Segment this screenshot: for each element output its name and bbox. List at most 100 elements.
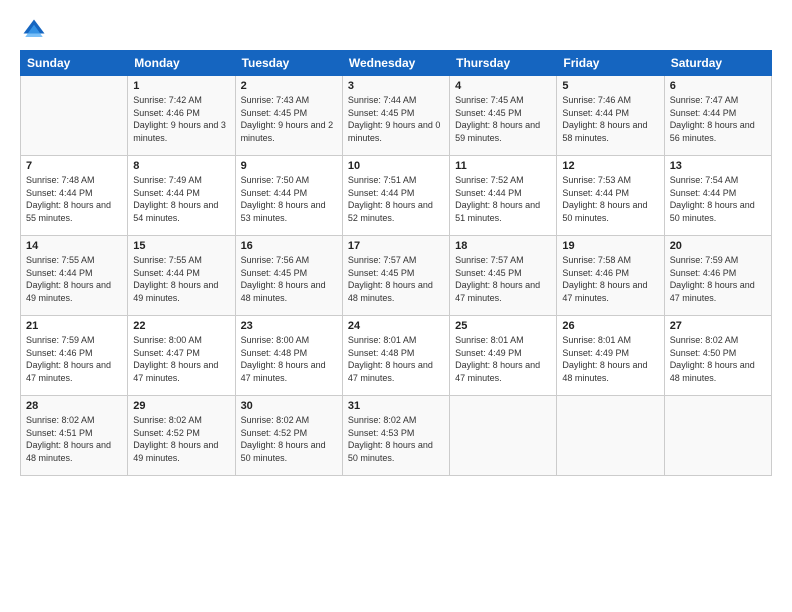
- day-info: Sunrise: 7:50 AMSunset: 4:44 PMDaylight:…: [241, 174, 337, 224]
- week-row-4: 28 Sunrise: 8:02 AMSunset: 4:51 PMDayligh…: [21, 396, 772, 476]
- calendar-cell: 2 Sunrise: 7:43 AMSunset: 4:45 PMDaylight…: [235, 76, 342, 156]
- calendar-cell: [450, 396, 557, 476]
- day-number: 15: [133, 240, 229, 252]
- weekday-header-saturday: Saturday: [664, 51, 771, 76]
- day-info: Sunrise: 8:00 AMSunset: 4:47 PMDaylight:…: [133, 334, 229, 384]
- day-info: Sunrise: 7:44 AMSunset: 4:45 PMDaylight:…: [348, 94, 444, 144]
- calendar-cell: 9 Sunrise: 7:50 AMSunset: 4:44 PMDaylight…: [235, 156, 342, 236]
- week-row-3: 21 Sunrise: 7:59 AMSunset: 4:46 PMDayligh…: [21, 316, 772, 396]
- day-number: 26: [562, 320, 658, 332]
- calendar-table: SundayMondayTuesdayWednesdayThursdayFrid…: [20, 50, 772, 476]
- calendar-cell: 6 Sunrise: 7:47 AMSunset: 4:44 PMDaylight…: [664, 76, 771, 156]
- weekday-row: SundayMondayTuesdayWednesdayThursdayFrid…: [21, 51, 772, 76]
- day-number: 18: [455, 240, 551, 252]
- page-container: SundayMondayTuesdayWednesdayThursdayFrid…: [0, 0, 792, 612]
- day-number: 2: [241, 80, 337, 92]
- day-info: Sunrise: 8:02 AMSunset: 4:53 PMDaylight:…: [348, 414, 444, 464]
- calendar-cell: 23 Sunrise: 8:00 AMSunset: 4:48 PMDayligh…: [235, 316, 342, 396]
- day-info: Sunrise: 7:58 AMSunset: 4:46 PMDaylight:…: [562, 254, 658, 304]
- day-info: Sunrise: 7:54 AMSunset: 4:44 PMDaylight:…: [670, 174, 766, 224]
- week-row-0: 1 Sunrise: 7:42 AMSunset: 4:46 PMDaylight…: [21, 76, 772, 156]
- logo-icon: [20, 16, 48, 44]
- day-info: Sunrise: 7:59 AMSunset: 4:46 PMDaylight:…: [26, 334, 122, 384]
- calendar-cell: 3Sunrise: 7:44 AMSunset: 4:45 PMDaylight…: [342, 76, 449, 156]
- day-number: 31: [348, 400, 444, 412]
- calendar-cell: 17 Sunrise: 7:57 AMSunset: 4:45 PMDayligh…: [342, 236, 449, 316]
- day-info: Sunrise: 8:01 AMSunset: 4:49 PMDaylight:…: [455, 334, 551, 384]
- day-number: 25: [455, 320, 551, 332]
- day-info: Sunrise: 7:48 AMSunset: 4:44 PMDaylight:…: [26, 174, 122, 224]
- calendar-cell: 18 Sunrise: 7:57 AMSunset: 4:45 PMDayligh…: [450, 236, 557, 316]
- weekday-header-thursday: Thursday: [450, 51, 557, 76]
- day-info: Sunrise: 7:51 AMSunset: 4:44 PMDaylight:…: [348, 174, 444, 224]
- calendar-header: SundayMondayTuesdayWednesdayThursdayFrid…: [21, 51, 772, 76]
- calendar-cell: 15 Sunrise: 7:55 AMSunset: 4:44 PMDayligh…: [128, 236, 235, 316]
- day-info: Sunrise: 7:49 AMSunset: 4:44 PMDaylight:…: [133, 174, 229, 224]
- calendar-cell: 13 Sunrise: 7:54 AMSunset: 4:44 PMDayligh…: [664, 156, 771, 236]
- day-number: 22: [133, 320, 229, 332]
- day-number: 16: [241, 240, 337, 252]
- calendar-cell: 26 Sunrise: 8:01 AMSunset: 4:49 PMDayligh…: [557, 316, 664, 396]
- calendar-cell: 5 Sunrise: 7:46 AMSunset: 4:44 PMDaylight…: [557, 76, 664, 156]
- calendar-cell: 12 Sunrise: 7:53 AMSunset: 4:44 PMDayligh…: [557, 156, 664, 236]
- calendar-cell: 10Sunrise: 7:51 AMSunset: 4:44 PMDayligh…: [342, 156, 449, 236]
- calendar-cell: [21, 76, 128, 156]
- calendar-cell: 29Sunrise: 8:02 AMSunset: 4:52 PMDayligh…: [128, 396, 235, 476]
- calendar-cell: 1 Sunrise: 7:42 AMSunset: 4:46 PMDaylight…: [128, 76, 235, 156]
- day-number: 27: [670, 320, 766, 332]
- calendar-cell: 31 Sunrise: 8:02 AMSunset: 4:53 PMDayligh…: [342, 396, 449, 476]
- day-info: Sunrise: 7:47 AMSunset: 4:44 PMDaylight:…: [670, 94, 766, 144]
- day-number: 20: [670, 240, 766, 252]
- calendar-cell: 21 Sunrise: 7:59 AMSunset: 4:46 PMDayligh…: [21, 316, 128, 396]
- day-info: Sunrise: 7:42 AMSunset: 4:46 PMDaylight:…: [133, 94, 229, 144]
- calendar-cell: 8 Sunrise: 7:49 AMSunset: 4:44 PMDaylight…: [128, 156, 235, 236]
- day-number: 5: [562, 80, 658, 92]
- day-info: Sunrise: 7:52 AMSunset: 4:44 PMDaylight:…: [455, 174, 551, 224]
- calendar-cell: 24 Sunrise: 8:01 AMSunset: 4:48 PMDayligh…: [342, 316, 449, 396]
- day-number: 1: [133, 80, 229, 92]
- day-number: 19: [562, 240, 658, 252]
- calendar-cell: 30 Sunrise: 8:02 AMSunset: 4:52 PMDayligh…: [235, 396, 342, 476]
- day-info: Sunrise: 7:43 AMSunset: 4:45 PMDaylight:…: [241, 94, 337, 144]
- calendar-cell: [557, 396, 664, 476]
- calendar-cell: 4 Sunrise: 7:45 AMSunset: 4:45 PMDaylight…: [450, 76, 557, 156]
- day-info: Sunrise: 7:55 AMSunset: 4:44 PMDaylight:…: [26, 254, 122, 304]
- weekday-header-sunday: Sunday: [21, 51, 128, 76]
- weekday-header-friday: Friday: [557, 51, 664, 76]
- day-number: 8: [133, 160, 229, 172]
- day-number: 6: [670, 80, 766, 92]
- day-info: Sunrise: 7:57 AMSunset: 4:45 PMDaylight:…: [455, 254, 551, 304]
- day-info: Sunrise: 7:46 AMSunset: 4:44 PMDaylight:…: [562, 94, 658, 144]
- calendar-cell: 22 Sunrise: 8:00 AMSunset: 4:47 PMDayligh…: [128, 316, 235, 396]
- day-info: Sunrise: 7:57 AMSunset: 4:45 PMDaylight:…: [348, 254, 444, 304]
- day-number: 21: [26, 320, 122, 332]
- day-number: 28: [26, 400, 122, 412]
- day-number: 9: [241, 160, 337, 172]
- day-info: Sunrise: 7:45 AMSunset: 4:45 PMDaylight:…: [455, 94, 551, 144]
- day-info: Sunrise: 8:00 AMSunset: 4:48 PMDaylight:…: [241, 334, 337, 384]
- calendar-cell: 16 Sunrise: 7:56 AMSunset: 4:45 PMDayligh…: [235, 236, 342, 316]
- day-number: 4: [455, 80, 551, 92]
- weekday-header-wednesday: Wednesday: [342, 51, 449, 76]
- day-info: Sunrise: 8:01 AMSunset: 4:49 PMDaylight:…: [562, 334, 658, 384]
- week-row-2: 14 Sunrise: 7:55 AMSunset: 4:44 PMDayligh…: [21, 236, 772, 316]
- weekday-header-tuesday: Tuesday: [235, 51, 342, 76]
- day-number: 12: [562, 160, 658, 172]
- day-number: 24: [348, 320, 444, 332]
- calendar-cell: 7Sunrise: 7:48 AMSunset: 4:44 PMDaylight…: [21, 156, 128, 236]
- day-number: 23: [241, 320, 337, 332]
- day-info: Sunrise: 8:02 AMSunset: 4:51 PMDaylight:…: [26, 414, 122, 464]
- day-info: Sunrise: 7:55 AMSunset: 4:44 PMDaylight:…: [133, 254, 229, 304]
- calendar-cell: 25 Sunrise: 8:01 AMSunset: 4:49 PMDayligh…: [450, 316, 557, 396]
- day-number: 17: [348, 240, 444, 252]
- day-number: 11: [455, 160, 551, 172]
- day-info: Sunrise: 7:53 AMSunset: 4:44 PMDaylight:…: [562, 174, 658, 224]
- day-number: 13: [670, 160, 766, 172]
- day-info: Sunrise: 8:01 AMSunset: 4:48 PMDaylight:…: [348, 334, 444, 384]
- calendar-body: 1 Sunrise: 7:42 AMSunset: 4:46 PMDaylight…: [21, 76, 772, 476]
- day-info: Sunrise: 7:56 AMSunset: 4:45 PMDaylight:…: [241, 254, 337, 304]
- day-info: Sunrise: 8:02 AMSunset: 4:52 PMDaylight:…: [241, 414, 337, 464]
- day-number: 14: [26, 240, 122, 252]
- calendar-cell: 14 Sunrise: 7:55 AMSunset: 4:44 PMDayligh…: [21, 236, 128, 316]
- day-number: 30: [241, 400, 337, 412]
